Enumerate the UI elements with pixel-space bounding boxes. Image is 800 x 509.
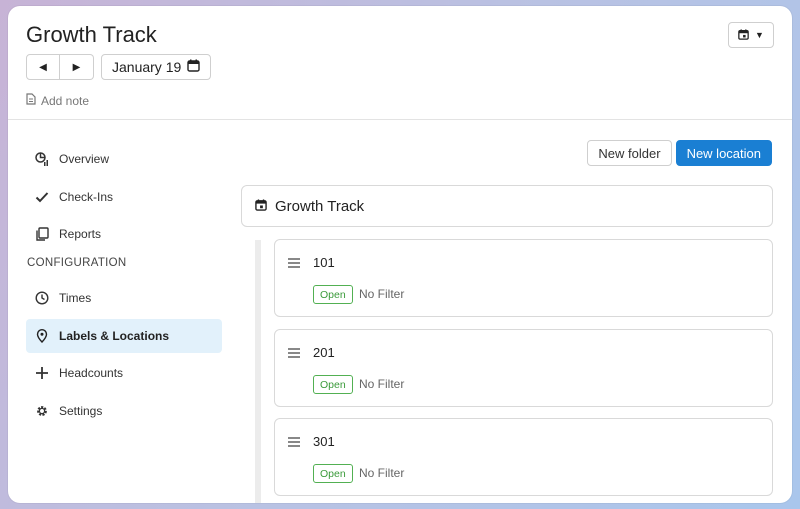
sidebar: Overview Check-Ins Reports CONFIGURATION… [26,142,222,431]
sidebar-item-settings[interactable]: Settings [26,394,222,428]
new-location-button[interactable]: New location [675,140,772,166]
previous-date-button[interactable]: ◀ [26,54,60,80]
folder-name: Growth Track [275,197,365,215]
location-card[interactable]: 201 Open No Filter [274,329,773,407]
location-name: 301 [313,434,335,449]
location-card[interactable]: 101 Open No Filter [274,239,773,317]
configuration-heading: CONFIGURATION [27,257,127,269]
date-label: January 19 [112,59,182,75]
page-title: Growth Track [26,22,157,47]
filter-text: No Filter [359,377,405,391]
folder-card[interactable]: Growth Track [241,185,773,227]
chevron-down-icon: ▼ [755,30,764,40]
caret-right-icon: ▶ [72,61,81,73]
check-icon [35,190,49,204]
date-picker-button[interactable]: January 19 [101,54,212,80]
sidebar-item-check-ins[interactable]: Check-Ins [26,180,222,214]
status-badge: Open [313,285,353,304]
sidebar-item-label: Headcounts [59,366,124,380]
overview-chart-icon [35,152,49,166]
plus-icon [35,366,49,380]
location-pin-icon [35,328,49,343]
sidebar-item-headcounts[interactable]: Headcounts [26,356,222,390]
date-nav: ◀ ▶ [26,54,94,80]
location-name: 101 [313,255,335,270]
new-folder-button[interactable]: New folder [587,140,672,166]
sidebar-item-label: Settings [59,403,103,418]
sidebar-item-overview[interactable]: Overview [26,142,222,176]
reports-icon [35,227,49,241]
caret-left-icon: ◀ [39,61,47,73]
location-toolbar: New folder New location [587,140,772,166]
sidebar-item-times[interactable]: Times [26,281,222,315]
page-header: Growth Track ◀ ▶ January 19 ▼ Add note [8,6,792,120]
sidebar-item-label: Labels & Locations [59,328,170,343]
add-note-link[interactable]: Add note [26,93,89,108]
app-window: Growth Track ◀ ▶ January 19 ▼ Add note O… [8,6,792,503]
add-note-label: Add note [41,93,90,108]
sidebar-item-reports[interactable]: Reports [26,217,222,251]
calendar-dropdown-button[interactable]: ▼ [728,22,774,48]
calendar-icon [738,28,749,42]
sidebar-item-label: Check-Ins [59,189,114,204]
gear-icon [35,404,49,418]
location-name: 201 [313,345,335,360]
clock-icon [35,291,49,305]
drag-handle-icon[interactable] [288,437,300,449]
drag-handle-icon[interactable] [288,258,300,270]
sidebar-item-label: Reports [59,227,102,241]
tree-connector [255,240,261,503]
note-icon [26,93,36,108]
sidebar-item-label: Overview [59,152,110,166]
sidebar-item-labels-locations[interactable]: Labels & Locations [26,318,222,353]
calendar-icon [187,59,200,75]
filter-text: No Filter [359,287,405,301]
next-date-button[interactable]: ▶ [60,54,94,80]
location-card[interactable]: 301 Open No Filter [274,418,773,496]
sidebar-item-label: Times [59,291,92,305]
drag-handle-icon[interactable] [288,348,300,360]
filter-text: No Filter [359,466,405,480]
calendar-icon [255,198,267,215]
status-badge: Open [313,464,353,483]
status-badge: Open [313,375,353,394]
